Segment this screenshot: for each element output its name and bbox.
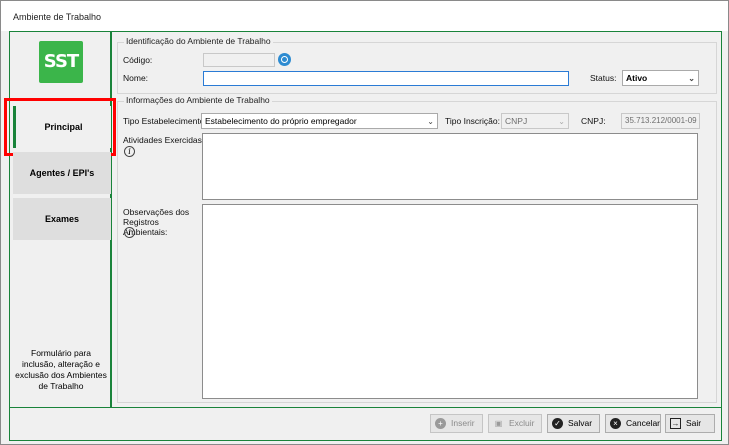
sidebar: SST Principal Agentes / EPI's Exames For… <box>4 32 116 407</box>
chevron-down-icon: ⌄ <box>688 74 695 83</box>
save-label: Salvar <box>568 418 593 428</box>
status-value: Ativo <box>626 73 648 83</box>
info-group-title: Informações do Ambiente de Trabalho <box>124 95 272 105</box>
observations-textarea[interactable] <box>202 204 698 399</box>
cnpj-field[interactable]: 35.713.212/0001-09 <box>621 113 700 129</box>
main-content: SST Principal Agentes / EPI's Exames For… <box>4 31 722 408</box>
insert-button[interactable]: + Inserir <box>430 414 483 433</box>
close-icon: × <box>610 418 621 429</box>
activities-textarea[interactable] <box>202 133 698 200</box>
status-label: Status: <box>590 73 617 83</box>
establishment-select[interactable]: Estabelecimento do próprio empregador ⌄ <box>201 113 438 129</box>
check-icon: ✓ <box>552 418 563 429</box>
name-field[interactable] <box>203 71 569 86</box>
code-field[interactable] <box>203 53 275 67</box>
logo-text: SST <box>43 51 79 72</box>
plus-icon: + <box>435 418 446 429</box>
status-select[interactable]: Ativo ⌄ <box>622 70 699 86</box>
delete-label: Excluir <box>509 418 535 428</box>
window-title: Ambiente de Trabalho <box>13 12 102 22</box>
title-bar: Ambiente de Trabalho <box>1 1 728 31</box>
identification-group: Identificação do Ambiente de Trabalho <box>117 36 717 94</box>
highlight-box <box>4 98 116 156</box>
inscription-select[interactable]: CNPJ ⌄ <box>501 113 569 129</box>
sidebar-description: Formulário para inclusão, alteração e ex… <box>15 348 107 391</box>
sidebar-item-exames[interactable]: Exames <box>13 198 111 240</box>
app-window: Ambiente de Trabalho SST Principal Agent… <box>0 0 729 445</box>
establishment-label: Tipo Estabelecimento: <box>123 116 207 126</box>
cnpj-label: CNPJ: <box>581 116 606 126</box>
insert-label: Inserir <box>451 418 475 428</box>
sidebar-item-label: Agentes / EPI's <box>29 168 95 178</box>
chevron-down-icon: ⌄ <box>558 117 565 126</box>
sidebar-item-label: Exames <box>44 214 80 224</box>
trash-icon: ▣ <box>494 419 503 428</box>
save-button[interactable]: ✓ Salvar <box>547 414 600 433</box>
activities-label: Atividades Exercidas: <box>123 135 205 145</box>
observations-label: Observações dos Registros Ambientais: <box>123 207 190 237</box>
exit-label: Sair <box>686 418 702 428</box>
sidebar-item-agentes[interactable]: Agentes / EPI's <box>13 152 111 194</box>
inscription-value: CNPJ <box>505 116 528 126</box>
delete-button[interactable]: ▣ Excluir <box>488 414 542 433</box>
code-label: Código: <box>123 55 153 65</box>
info-icon[interactable]: i <box>124 227 135 238</box>
identification-group-title: Identificação do Ambiente de Trabalho <box>124 36 273 46</box>
cancel-button[interactable]: × Cancelar <box>605 414 661 433</box>
sst-logo: SST <box>39 41 83 83</box>
exit-button[interactable]: → Sair <box>665 414 715 433</box>
establishment-value: Estabelecimento do próprio empregador <box>205 116 357 126</box>
footer-toolbar: + Inserir ▣ Excluir ✓ Salvar × Cancelar … <box>9 408 722 441</box>
inscription-label: Tipo Inscrição: <box>445 116 500 126</box>
name-label: Nome: <box>123 73 149 83</box>
exit-icon: → <box>670 418 681 429</box>
info-icon[interactable]: i <box>124 146 135 157</box>
search-icon[interactable] <box>278 53 291 66</box>
cancel-label: Cancelar <box>626 418 661 428</box>
chevron-down-icon: ⌄ <box>427 117 434 126</box>
